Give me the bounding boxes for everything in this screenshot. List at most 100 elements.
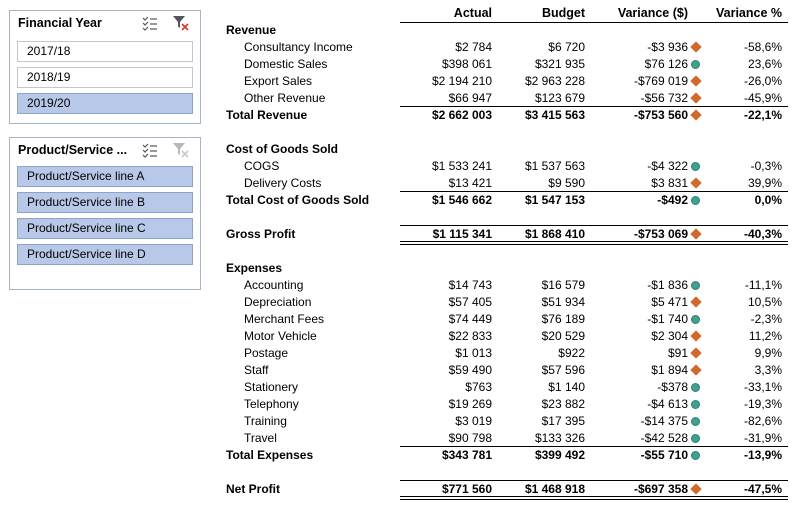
- budget-delivery-costs: $9 590: [548, 176, 585, 190]
- variance-pct-other-revenue: -45,9%: [743, 91, 782, 105]
- slicer-item-2019-20[interactable]: 2019/20: [17, 93, 193, 114]
- variance-pct-total-cost-of-goods-sold: 0,0%: [754, 193, 782, 207]
- variance-pct-cogs: -0,3%: [750, 159, 782, 173]
- header-actual: Actual: [453, 6, 492, 20]
- actual-postage: $1 013: [455, 346, 492, 360]
- variance-travel: -$42 528: [640, 431, 688, 445]
- actual-telephony: $19 269: [448, 397, 492, 411]
- budget-merchant-fees: $76 189: [541, 312, 585, 326]
- variance-pct-motor-vehicle: 11,2%: [748, 329, 782, 343]
- variance-net-profit: -$697 358: [633, 482, 688, 496]
- total-label-total-cost-of-goods-sold: Total Cost of Goods Sold: [226, 193, 370, 207]
- row-label-accounting: Accounting: [244, 278, 304, 292]
- variance-total-cost-of-goods-sold: -$492: [657, 193, 688, 207]
- row-label-postage: Postage: [244, 346, 289, 360]
- header-variance: Variance ($): [617, 6, 688, 20]
- actual-other-revenue: $66 947: [448, 91, 492, 105]
- row-label-telephony: Telephony: [244, 397, 299, 411]
- variance-pct-postage: 9,9%: [754, 346, 782, 360]
- budget-cogs: $1 537 563: [524, 159, 585, 173]
- actual-merchant-fees: $74 449: [448, 312, 492, 326]
- variance-pct-total-expenses: -13,9%: [743, 448, 782, 462]
- variance-pct-domestic-sales: 23,6%: [747, 57, 782, 71]
- slicer-item-line-b[interactable]: Product/Service line B: [17, 192, 193, 213]
- row-label-depreciation: Depreciation: [244, 295, 312, 309]
- budget-accounting: $16 579: [541, 278, 585, 292]
- row-label-consultancy-income: Consultancy Income: [244, 40, 353, 54]
- variance-staff: $1 894: [651, 363, 688, 377]
- variance-delivery-costs: $3 831: [651, 176, 688, 190]
- variance-total-revenue: -$753 560: [633, 108, 688, 122]
- circle-indicator-icon: [691, 383, 700, 392]
- total-label-gross-profit: Gross Profit: [226, 227, 296, 241]
- budget-training: $17 395: [541, 414, 585, 428]
- actual-stationery: $763: [465, 380, 492, 394]
- actual-cogs: $1 533 241: [431, 159, 492, 173]
- slicer-item-line-d[interactable]: Product/Service line D: [17, 244, 193, 265]
- total-label-net-profit: Net Profit: [226, 482, 280, 496]
- variance-accounting: -$1 836: [647, 278, 688, 292]
- variance-pct-export-sales: -26,0%: [743, 74, 782, 88]
- clear-filter-icon[interactable]: [172, 141, 190, 159]
- row-label-merchant-fees: Merchant Fees: [244, 312, 325, 326]
- actual-export-sales: $2 194 210: [431, 74, 492, 88]
- actual-net-profit: $771 560: [441, 482, 492, 496]
- actual-motor-vehicle: $22 833: [448, 329, 492, 343]
- variance-pct-telephony: -19,3%: [743, 397, 782, 411]
- actual-total-cost-of-goods-sold: $1 546 662: [431, 193, 492, 207]
- variance-depreciation: $5 471: [651, 295, 688, 309]
- slicer-item-line-a[interactable]: Product/Service line A: [17, 166, 193, 187]
- multi-select-icon[interactable]: [141, 141, 159, 159]
- section-cost-of-goods-sold: Cost of Goods Sold: [226, 142, 338, 156]
- header-variance-pct: Variance %: [715, 6, 782, 20]
- variance-export-sales: -$769 019: [633, 74, 688, 88]
- actual-depreciation: $57 405: [448, 295, 492, 309]
- row-label-stationery: Stationery: [244, 380, 299, 394]
- header-rule: [400, 22, 788, 23]
- product-service-slicer: Product/Service ... Product/Service line…: [9, 137, 201, 290]
- variance-total-expenses: -$55 710: [640, 448, 688, 462]
- actual-total-expenses: $343 781: [441, 448, 492, 462]
- budget-stationery: $1 140: [548, 380, 585, 394]
- row-label-training: Training: [244, 414, 287, 428]
- total-label-total-expenses: Total Expenses: [226, 448, 314, 462]
- double-underline: [400, 241, 788, 245]
- budget-total-cost-of-goods-sold: $1 547 153: [524, 193, 585, 207]
- total-label-total-revenue: Total Revenue: [226, 108, 308, 122]
- variance-pct-accounting: -11,1%: [744, 278, 782, 292]
- variance-pct-gross-profit: -40,3%: [743, 227, 782, 241]
- slicer-header: Financial Year: [10, 11, 200, 35]
- budget-total-expenses: $399 492: [534, 448, 585, 462]
- variance-pct-depreciation: 10,5%: [747, 295, 782, 309]
- actual-accounting: $14 743: [448, 278, 492, 292]
- budget-domestic-sales: $321 935: [534, 57, 585, 71]
- variance-motor-vehicle: $2 304: [651, 329, 688, 343]
- actual-travel: $90 798: [448, 431, 492, 445]
- actual-consultancy-income: $2 784: [455, 40, 492, 54]
- budget-telephony: $23 882: [541, 397, 585, 411]
- variance-domestic-sales: $76 126: [644, 57, 688, 71]
- row-label-domestic-sales: Domestic Sales: [244, 57, 328, 71]
- circle-indicator-icon: [691, 434, 700, 443]
- budget-gross-profit: $1 868 410: [524, 227, 585, 241]
- variance-pct-net-profit: -47,5%: [743, 482, 782, 496]
- actual-total-revenue: $2 662 003: [431, 108, 492, 122]
- circle-indicator-icon: [691, 315, 700, 324]
- variance-postage: $91: [667, 346, 688, 360]
- clear-filter-icon[interactable]: [172, 14, 190, 32]
- variance-pct-consultancy-income: -58,6%: [743, 40, 782, 54]
- multi-select-icon[interactable]: [141, 14, 159, 32]
- variance-gross-profit: -$753 069: [633, 227, 688, 241]
- slicer-item-2017-18[interactable]: 2017/18: [17, 41, 193, 62]
- row-label-cogs: COGS: [244, 159, 280, 173]
- slicer-item-2018-19[interactable]: 2018/19: [17, 67, 193, 88]
- variance-pct-training: -82,6%: [743, 414, 782, 428]
- section-revenue: Revenue: [226, 23, 277, 37]
- financial-year-slicer: Financial Year 2017/18 2018/19 2019/20: [9, 10, 201, 124]
- slicer-item-line-c[interactable]: Product/Service line C: [17, 218, 193, 239]
- variance-merchant-fees: -$1 740: [647, 312, 688, 326]
- variance-other-revenue: -$56 732: [640, 91, 688, 105]
- budget-depreciation: $51 934: [541, 295, 585, 309]
- actual-training: $3 019: [455, 414, 492, 428]
- budget-staff: $57 596: [541, 363, 585, 377]
